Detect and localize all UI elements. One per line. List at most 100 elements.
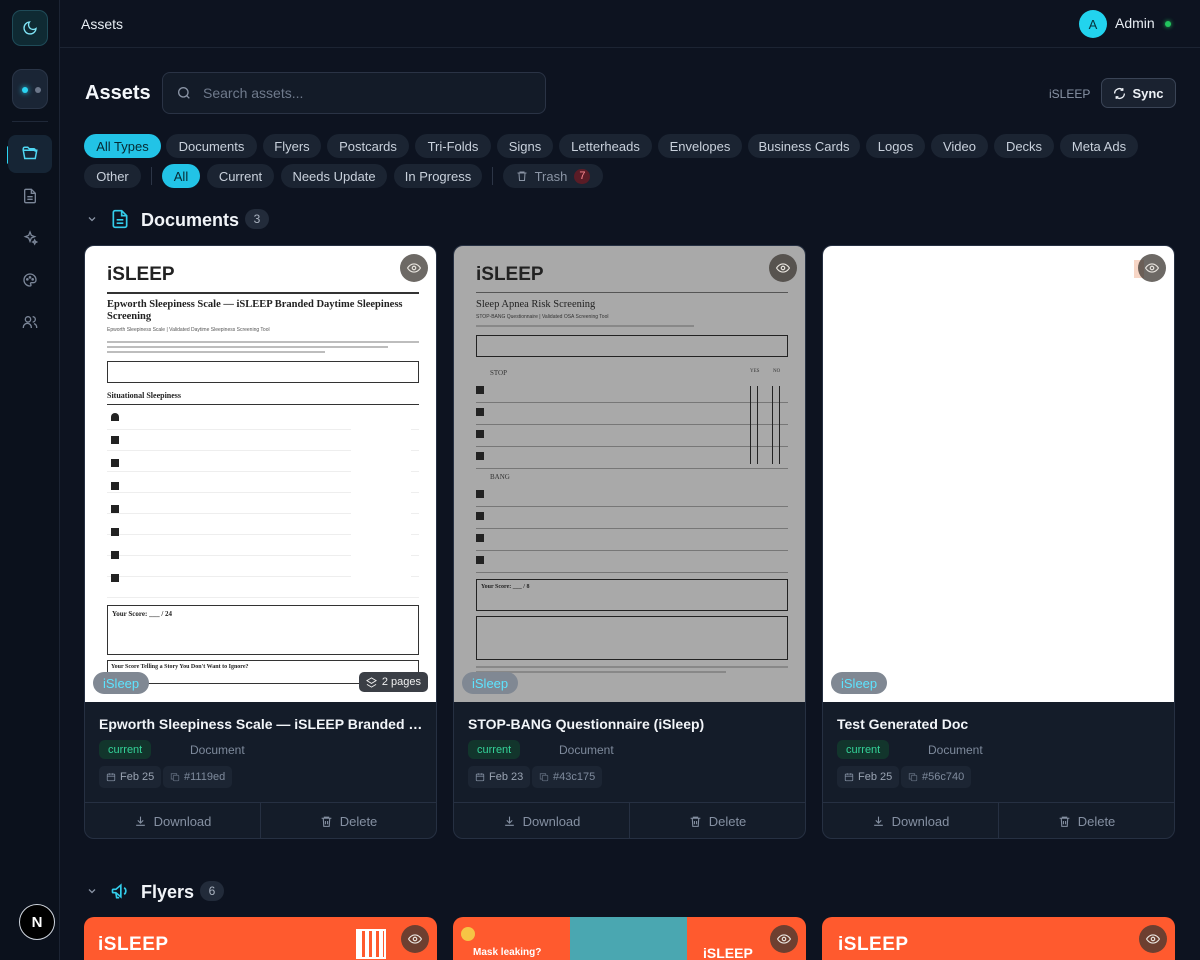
download-button[interactable]: Download	[454, 803, 629, 838]
sidebar-item-documents[interactable]	[8, 177, 52, 215]
brand-badge: iSleep	[831, 672, 888, 694]
flyer-card[interactable]: iSLEEP	[822, 917, 1175, 960]
page-title: Assets	[85, 82, 151, 104]
eye-icon	[1145, 263, 1159, 273]
preview-no-heading: NO	[773, 369, 781, 374]
asset-thumbnail[interactable]: iSLEEP Sleep Apnea Risk Screening STOP-B…	[454, 246, 805, 702]
asset-card[interactable]: iSLEEP Sleep Apnea Risk Screening STOP-B…	[453, 245, 806, 839]
filter-meta-ads[interactable]: Meta Ads	[1060, 134, 1138, 158]
asset-thumbnail[interactable]: iSLEEP Epworth Sleepiness Scale — iSLEEP…	[85, 246, 436, 702]
asset-card[interactable]: iSleep Test Generated Doc current Docume…	[822, 245, 1175, 839]
status-filter-needs-update[interactable]: Needs Update	[281, 164, 387, 188]
filter-business-cards[interactable]: Business Cards	[748, 134, 860, 158]
preview-button[interactable]	[770, 925, 798, 953]
filter-documents[interactable]: Documents	[166, 134, 257, 158]
status-badge: current	[468, 740, 521, 759]
filter-postcards[interactable]: Postcards	[327, 134, 409, 158]
filter-tri-folds[interactable]: Tri-Folds	[415, 134, 491, 158]
sync-label: Sync	[1132, 85, 1164, 101]
sidebar-item-users[interactable]	[8, 303, 52, 341]
preview-button[interactable]	[400, 254, 428, 282]
palette-icon	[23, 273, 37, 287]
download-label: Download	[153, 813, 212, 829]
preview-subtitle: Epworth Sleepiness Scale | Validated Day…	[107, 327, 270, 333]
search-icon	[178, 87, 190, 99]
filter-envelopes[interactable]: Envelopes	[658, 134, 742, 158]
delete-button[interactable]: Delete	[629, 803, 805, 838]
megaphone-icon	[111, 883, 127, 899]
filter-decks[interactable]: Decks	[994, 134, 1054, 158]
page-count: 2 pages	[381, 676, 421, 688]
asset-type: Document	[190, 743, 245, 757]
preview-button[interactable]	[1139, 925, 1167, 953]
preview-logo: iSLEEP	[476, 264, 544, 285]
preview-stop-heading: STOP	[490, 369, 507, 377]
trash-icon	[517, 171, 527, 181]
filter-other[interactable]: Other	[84, 164, 141, 188]
download-button[interactable]: Download	[823, 803, 998, 838]
status-filter-current[interactable]: Current	[207, 164, 274, 188]
download-label: Download	[522, 813, 581, 829]
trash-filter[interactable]: Trash 7	[503, 164, 603, 188]
search-input[interactable]	[203, 73, 533, 113]
flyer-card[interactable]: Mask leaking? iSLEEP	[453, 917, 806, 960]
card-title[interactable]: Epworth Sleepiness Scale — iSLEEP Brande…	[99, 716, 424, 732]
card-title[interactable]: Test Generated Doc	[837, 716, 1162, 732]
asset-date: Feb 25	[858, 771, 893, 783]
id-badge[interactable]: #43c175	[532, 766, 603, 788]
card-title[interactable]: STOP-BANG Questionnaire (iSleep)	[468, 716, 793, 732]
user-name[interactable]: Admin	[1115, 15, 1155, 31]
chevron-down-icon[interactable]	[86, 213, 98, 225]
user-avatar[interactable]: A	[1079, 10, 1107, 38]
sidebar: N	[0, 0, 60, 960]
copy-icon	[170, 773, 180, 782]
asset-id: #43c175	[553, 771, 596, 783]
id-badge[interactable]: #1119ed	[163, 766, 233, 788]
trash-label: Trash	[534, 168, 568, 184]
filter-all-types[interactable]: All Types	[84, 134, 161, 158]
flyer-card[interactable]: iSLEEP	[84, 917, 437, 960]
preview-button[interactable]	[1138, 254, 1166, 282]
preview-button[interactable]	[401, 925, 429, 953]
preview-score: Your Score: ___ / 8	[481, 584, 530, 590]
filter-letterheads[interactable]: Letterheads	[559, 134, 652, 158]
flyer-tagline: Mask leaking?	[473, 947, 542, 958]
status-filter-all[interactable]: All	[162, 164, 200, 188]
sidebar-item-generate[interactable]	[8, 219, 52, 257]
brand-badge: iSleep	[462, 672, 519, 694]
sidebar-item-assets[interactable]	[8, 135, 52, 173]
delete-button[interactable]: Delete	[998, 803, 1174, 838]
filter-logos[interactable]: Logos	[866, 134, 925, 158]
preview-footer: Your Score Telling a Story You Don't Wan…	[111, 664, 249, 670]
asset-thumbnail[interactable]: iSleep	[823, 246, 1174, 702]
trash-icon	[1059, 816, 1070, 827]
chevron-down-icon[interactable]	[86, 885, 98, 897]
sidebar-item-brand[interactable]	[8, 261, 52, 299]
filter-signs[interactable]: Signs	[497, 134, 553, 158]
preview-subtitle: STOP-BANG Questionnaire | Validated OSA …	[476, 314, 609, 320]
calendar-icon	[106, 773, 116, 782]
account-avatar[interactable]: N	[19, 904, 55, 940]
preview-bang-heading: BANG	[490, 473, 510, 481]
preview-button[interactable]	[769, 254, 797, 282]
preview-title: Sleep Apnea Risk Screening	[476, 299, 596, 310]
section-count-documents: 3	[245, 209, 269, 229]
download-button[interactable]: Download	[85, 803, 260, 838]
asset-card[interactable]: iSLEEP Epworth Sleepiness Scale — iSLEEP…	[84, 245, 437, 839]
filter-flyers[interactable]: Flyers	[263, 134, 321, 158]
view-toggle[interactable]	[12, 69, 48, 109]
download-icon	[873, 816, 883, 826]
sync-button[interactable]: Sync	[1101, 78, 1176, 108]
preview-score: Your Score: ___ / 24	[112, 610, 173, 618]
id-badge[interactable]: #56c740	[901, 766, 972, 788]
preview-yes-heading: YES	[750, 369, 760, 374]
filter-video[interactable]: Video	[931, 134, 988, 158]
delete-button[interactable]: Delete	[260, 803, 436, 838]
theme-logo-button[interactable]	[12, 10, 48, 46]
calendar-icon	[844, 773, 854, 782]
asset-date: Feb 23	[489, 771, 524, 783]
status-filter-in-progress[interactable]: In Progress	[394, 164, 482, 188]
copy-icon	[908, 773, 918, 782]
section-count-flyers: 6	[200, 881, 224, 901]
trash-icon	[321, 816, 332, 827]
